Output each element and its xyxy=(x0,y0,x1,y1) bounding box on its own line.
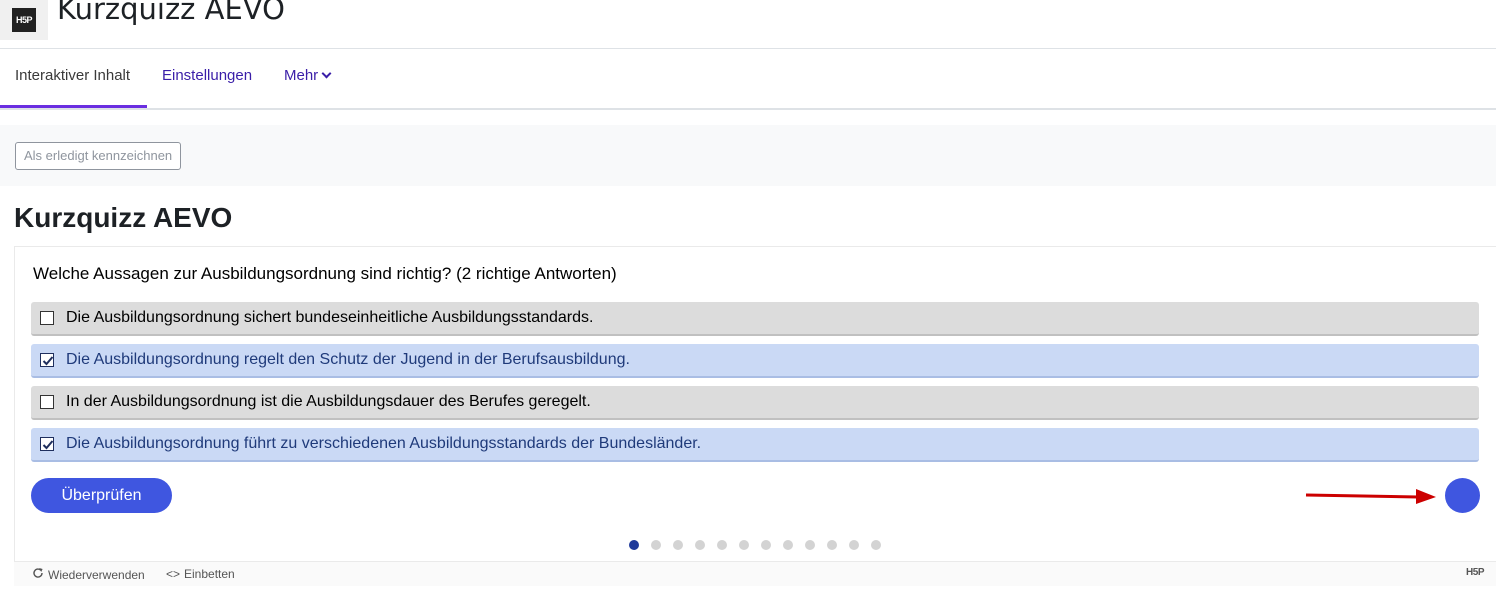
checkbox-checked[interactable] xyxy=(40,353,54,367)
answer-text: Die Ausbildungsordnung sichert bundesein… xyxy=(66,309,594,326)
refresh-icon xyxy=(32,567,44,582)
h5p-logo[interactable]: H5P xyxy=(0,0,48,40)
tab-settings[interactable]: Einstellungen xyxy=(147,48,267,108)
slide-dot[interactable] xyxy=(629,540,639,550)
page-header: H5P Kurzquizz AEVO xyxy=(0,0,1496,49)
slide-dot[interactable] xyxy=(871,540,881,550)
slide-dot[interactable] xyxy=(805,540,815,550)
h5p-logo-icon: H5P xyxy=(12,8,36,32)
next-slide-button[interactable] xyxy=(1445,478,1480,513)
slide-dot[interactable] xyxy=(717,540,727,550)
h5p-footer: Wiederverwenden <> Einbetten H5P xyxy=(14,561,1496,586)
slide-dot[interactable] xyxy=(651,540,661,550)
check-icon xyxy=(42,356,54,366)
check-icon xyxy=(42,440,54,450)
annotation-arrow-icon xyxy=(1305,489,1436,504)
embed-label: Einbetten xyxy=(184,567,235,581)
checkbox-unchecked[interactable] xyxy=(40,311,54,325)
answer-option[interactable]: Die Ausbildungsordnung sichert bundesein… xyxy=(31,302,1479,336)
slide-dot[interactable] xyxy=(761,540,771,550)
answer-option[interactable]: Die Ausbildungsordnung regelt den Schutz… xyxy=(31,344,1479,378)
activity-header: Als erledigt kennzeichnen xyxy=(0,125,1496,186)
slide-dot[interactable] xyxy=(827,540,837,550)
answer-option[interactable]: In der Ausbildungsordnung ist die Ausbil… xyxy=(31,386,1479,420)
check-button[interactable]: Überprüfen xyxy=(31,478,172,513)
answer-text: In der Ausbildungsordnung ist die Ausbil… xyxy=(66,393,591,410)
tab-label: Interaktiver Inhalt xyxy=(15,67,131,84)
slide-dot[interactable] xyxy=(673,540,683,550)
slide-dot[interactable] xyxy=(849,540,859,550)
page-header-title: Kurzquizz AEVO xyxy=(57,0,285,26)
slide-dot[interactable] xyxy=(783,540,793,550)
checkbox-unchecked[interactable] xyxy=(40,395,54,409)
answer-option[interactable]: Die Ausbildungsordnung führt zu verschie… xyxy=(31,428,1479,462)
tab-label: Einstellungen xyxy=(162,67,253,84)
answer-text: Die Ausbildungsordnung regelt den Schutz… xyxy=(66,351,630,368)
answer-text: Die Ausbildungsordnung führt zu verschie… xyxy=(66,435,702,452)
reuse-label: Wiederverwenden xyxy=(48,567,145,582)
mark-as-done-button[interactable]: Als erledigt kennzeichnen xyxy=(15,142,182,170)
page-title: Kurzquizz AEVO xyxy=(14,202,233,233)
chevron-down-icon xyxy=(321,68,332,79)
tab-label: Mehr xyxy=(284,67,319,84)
secondary-navigation: Interaktiver Inhalt Einstellungen Mehr xyxy=(0,48,1496,110)
slide-dot[interactable] xyxy=(695,540,705,550)
tab-more[interactable]: Mehr xyxy=(269,48,345,108)
reuse-button[interactable]: Wiederverwenden xyxy=(32,567,145,582)
slide-dot[interactable] xyxy=(739,540,749,550)
checkbox-checked[interactable] xyxy=(40,437,54,451)
question-text: Welche Aussagen zur Ausbildungsordnung s… xyxy=(33,264,617,283)
h5p-brand-icon[interactable]: H5P xyxy=(1466,567,1484,578)
embed-button[interactable]: <> Einbetten xyxy=(166,567,235,581)
code-icon: <> xyxy=(166,567,181,581)
tab-interactive-content[interactable]: Interaktiver Inhalt xyxy=(0,48,147,108)
